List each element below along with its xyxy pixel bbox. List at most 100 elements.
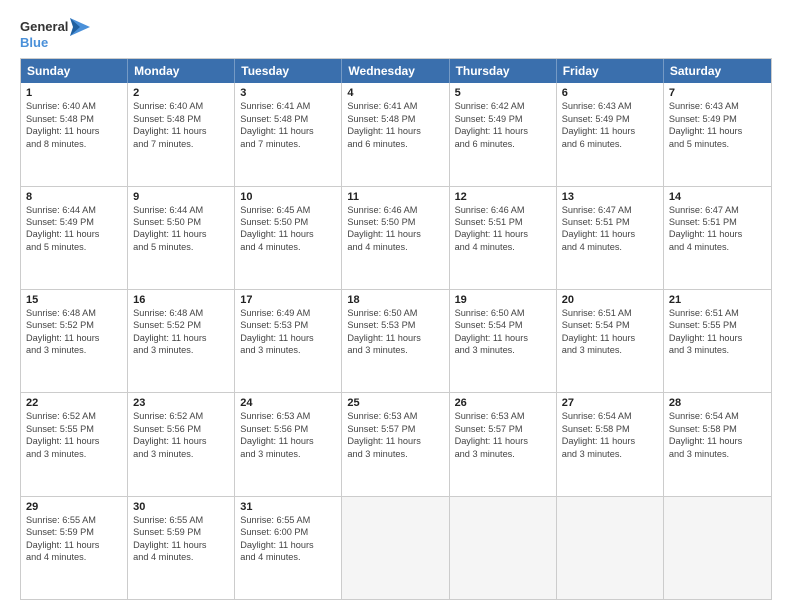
day-number: 7 xyxy=(669,87,766,99)
empty-cell xyxy=(664,497,771,599)
day-cell-13: 13Sunrise: 6:47 AMSunset: 5:51 PMDayligh… xyxy=(557,187,664,289)
day-number: 31 xyxy=(240,501,336,513)
day-cell-14: 14Sunrise: 6:47 AMSunset: 5:51 PMDayligh… xyxy=(664,187,771,289)
day-cell-11: 11Sunrise: 6:46 AMSunset: 5:50 PMDayligh… xyxy=(342,187,449,289)
day-info: Sunrise: 6:44 AMSunset: 5:49 PMDaylight:… xyxy=(26,204,122,254)
day-info: Sunrise: 6:42 AMSunset: 5:49 PMDaylight:… xyxy=(455,100,551,150)
day-number: 18 xyxy=(347,294,443,306)
day-cell-27: 27Sunrise: 6:54 AMSunset: 5:58 PMDayligh… xyxy=(557,393,664,495)
day-cell-20: 20Sunrise: 6:51 AMSunset: 5:54 PMDayligh… xyxy=(557,290,664,392)
week-row-3: 15Sunrise: 6:48 AMSunset: 5:52 PMDayligh… xyxy=(21,290,771,393)
day-info: Sunrise: 6:43 AMSunset: 5:49 PMDaylight:… xyxy=(669,100,766,150)
day-info: Sunrise: 6:43 AMSunset: 5:49 PMDaylight:… xyxy=(562,100,658,150)
day-info: Sunrise: 6:54 AMSunset: 5:58 PMDaylight:… xyxy=(562,410,658,460)
day-number: 27 xyxy=(562,397,658,409)
day-cell-23: 23Sunrise: 6:52 AMSunset: 5:56 PMDayligh… xyxy=(128,393,235,495)
day-number: 13 xyxy=(562,191,658,203)
day-number: 20 xyxy=(562,294,658,306)
day-info: Sunrise: 6:53 AMSunset: 5:56 PMDaylight:… xyxy=(240,410,336,460)
day-number: 15 xyxy=(26,294,122,306)
day-cell-26: 26Sunrise: 6:53 AMSunset: 5:57 PMDayligh… xyxy=(450,393,557,495)
day-number: 17 xyxy=(240,294,336,306)
day-number: 14 xyxy=(669,191,766,203)
day-cell-18: 18Sunrise: 6:50 AMSunset: 5:53 PMDayligh… xyxy=(342,290,449,392)
day-info: Sunrise: 6:51 AMSunset: 5:54 PMDaylight:… xyxy=(562,307,658,357)
day-cell-30: 30Sunrise: 6:55 AMSunset: 5:59 PMDayligh… xyxy=(128,497,235,599)
header-day-friday: Friday xyxy=(557,59,664,83)
calendar-header: SundayMondayTuesdayWednesdayThursdayFrid… xyxy=(21,59,771,83)
week-row-1: 1Sunrise: 6:40 AMSunset: 5:48 PMDaylight… xyxy=(21,83,771,186)
day-number: 1 xyxy=(26,87,122,99)
day-number: 19 xyxy=(455,294,551,306)
logo-arrow-icon xyxy=(70,18,90,36)
day-number: 21 xyxy=(669,294,766,306)
day-number: 28 xyxy=(669,397,766,409)
day-info: Sunrise: 6:40 AMSunset: 5:48 PMDaylight:… xyxy=(26,100,122,150)
day-info: Sunrise: 6:48 AMSunset: 5:52 PMDaylight:… xyxy=(133,307,229,357)
header-day-monday: Monday xyxy=(128,59,235,83)
day-cell-16: 16Sunrise: 6:48 AMSunset: 5:52 PMDayligh… xyxy=(128,290,235,392)
day-info: Sunrise: 6:53 AMSunset: 5:57 PMDaylight:… xyxy=(347,410,443,460)
empty-cell xyxy=(557,497,664,599)
day-info: Sunrise: 6:52 AMSunset: 5:55 PMDaylight:… xyxy=(26,410,122,460)
header-day-thursday: Thursday xyxy=(450,59,557,83)
day-cell-3: 3Sunrise: 6:41 AMSunset: 5:48 PMDaylight… xyxy=(235,83,342,185)
day-cell-5: 5Sunrise: 6:42 AMSunset: 5:49 PMDaylight… xyxy=(450,83,557,185)
day-cell-25: 25Sunrise: 6:53 AMSunset: 5:57 PMDayligh… xyxy=(342,393,449,495)
day-info: Sunrise: 6:40 AMSunset: 5:48 PMDaylight:… xyxy=(133,100,229,150)
day-number: 24 xyxy=(240,397,336,409)
header-day-saturday: Saturday xyxy=(664,59,771,83)
page: General Blue SundayMondayTuesdayWednesda… xyxy=(0,0,792,612)
day-cell-12: 12Sunrise: 6:46 AMSunset: 5:51 PMDayligh… xyxy=(450,187,557,289)
day-info: Sunrise: 6:52 AMSunset: 5:56 PMDaylight:… xyxy=(133,410,229,460)
day-info: Sunrise: 6:49 AMSunset: 5:53 PMDaylight:… xyxy=(240,307,336,357)
day-cell-2: 2Sunrise: 6:40 AMSunset: 5:48 PMDaylight… xyxy=(128,83,235,185)
header: General Blue xyxy=(20,18,772,50)
day-cell-8: 8Sunrise: 6:44 AMSunset: 5:49 PMDaylight… xyxy=(21,187,128,289)
day-cell-29: 29Sunrise: 6:55 AMSunset: 5:59 PMDayligh… xyxy=(21,497,128,599)
week-row-5: 29 Sunrise: 6:55 AMSunset: 5:59 PMDayligh… xyxy=(21,497,771,599)
day-cell-9: 9Sunrise: 6:44 AMSunset: 5:50 PMDaylight… xyxy=(128,187,235,289)
day-info: Sunrise: 6:51 AMSunset: 5:55 PMDaylight:… xyxy=(669,307,766,357)
day-cell-7: 7Sunrise: 6:43 AMSunset: 5:49 PMDaylight… xyxy=(664,83,771,185)
day-number: 6 xyxy=(562,87,658,99)
day-cell-22: 22Sunrise: 6:52 AMSunset: 5:55 PMDayligh… xyxy=(21,393,128,495)
day-cell-1: 1Sunrise: 6:40 AMSunset: 5:48 PMDaylight… xyxy=(21,83,128,185)
day-info: Sunrise: 6:46 AMSunset: 5:50 PMDaylight:… xyxy=(347,204,443,254)
day-cell-10: 10Sunrise: 6:45 AMSunset: 5:50 PMDayligh… xyxy=(235,187,342,289)
day-info: Sunrise: 6:55 AMSunset: 6:00 PMDaylight:… xyxy=(240,514,336,564)
empty-cell xyxy=(450,497,557,599)
day-cell-6: 6Sunrise: 6:43 AMSunset: 5:49 PMDaylight… xyxy=(557,83,664,185)
day-number: 23 xyxy=(133,397,229,409)
day-info: Sunrise: 6:41 AMSunset: 5:48 PMDaylight:… xyxy=(347,100,443,150)
day-number: 11 xyxy=(347,191,443,203)
day-cell-19: 19Sunrise: 6:50 AMSunset: 5:54 PMDayligh… xyxy=(450,290,557,392)
week-row-4: 22Sunrise: 6:52 AMSunset: 5:55 PMDayligh… xyxy=(21,393,771,496)
header-day-tuesday: Tuesday xyxy=(235,59,342,83)
day-number: 26 xyxy=(455,397,551,409)
day-info: Sunrise: 6:54 AMSunset: 5:58 PMDaylight:… xyxy=(669,410,766,460)
day-info: Sunrise: 6:45 AMSunset: 5:50 PMDaylight:… xyxy=(240,204,336,254)
calendar: SundayMondayTuesdayWednesdayThursdayFrid… xyxy=(20,58,772,600)
day-number: 10 xyxy=(240,191,336,203)
day-info: Sunrise: 6:46 AMSunset: 5:51 PMDaylight:… xyxy=(455,204,551,254)
day-number: 5 xyxy=(455,87,551,99)
day-info: Sunrise: 6:48 AMSunset: 5:52 PMDaylight:… xyxy=(26,307,122,357)
day-number: 29 xyxy=(26,501,122,513)
day-number: 9 xyxy=(133,191,229,203)
day-info: Sunrise: 6:47 AMSunset: 5:51 PMDaylight:… xyxy=(669,204,766,254)
day-number: 8 xyxy=(26,191,122,203)
day-number: 12 xyxy=(455,191,551,203)
day-cell-17: 17Sunrise: 6:49 AMSunset: 5:53 PMDayligh… xyxy=(235,290,342,392)
header-day-wednesday: Wednesday xyxy=(342,59,449,83)
day-info: Sunrise: 6:53 AMSunset: 5:57 PMDaylight:… xyxy=(455,410,551,460)
day-number: 22 xyxy=(26,397,122,409)
day-info: Sunrise: 6:44 AMSunset: 5:50 PMDaylight:… xyxy=(133,204,229,254)
day-info: Sunrise: 6:55 AMSunset: 5:59 PMDaylight:… xyxy=(133,514,229,564)
day-cell-28: 28Sunrise: 6:54 AMSunset: 5:58 PMDayligh… xyxy=(664,393,771,495)
day-number: 25 xyxy=(347,397,443,409)
day-cell-15: 15Sunrise: 6:48 AMSunset: 5:52 PMDayligh… xyxy=(21,290,128,392)
logo-blue: Blue xyxy=(20,36,90,50)
day-info: Sunrise: 6:50 AMSunset: 5:54 PMDaylight:… xyxy=(455,307,551,357)
logo: General Blue xyxy=(20,18,90,50)
